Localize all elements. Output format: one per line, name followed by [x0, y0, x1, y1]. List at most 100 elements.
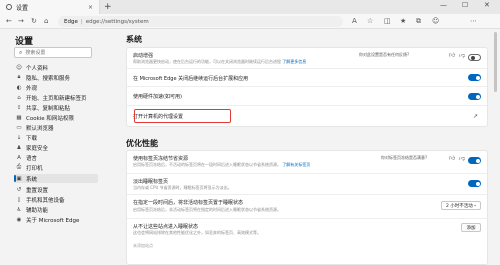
refresh-icon[interactable]: ↻ — [31, 17, 37, 25]
scrollbar[interactable] — [494, 32, 497, 92]
address-bar[interactable]: Edge | edge://settings/system — [58, 16, 343, 27]
tab-title: 设置 — [16, 4, 29, 12]
maximize-button[interactable]: ☐ — [462, 1, 468, 9]
system-section-title: 系统 — [126, 35, 142, 44]
sidebar-item-family[interactable]: ♟ 家庭安全 — [14, 143, 98, 152]
fade-sleeping-desc: 当内存或 CPU 节省资源时，睡眠标签页将显示为淡出。 — [133, 185, 232, 190]
printer-icon: ⎙ — [16, 164, 22, 170]
hardware-accel-title: 使用硬件加速(如可用) — [133, 94, 182, 100]
search-input[interactable]: ⌕ 搜索设置 — [14, 47, 92, 58]
sidebar-item-label: 家庭安全 — [26, 145, 49, 152]
background-run-row: 在 Microsoft Edge 关闭后继续运行后台扩展和应用 — [127, 68, 487, 86]
hardware-accel-row: 使用硬件加速(如可用) — [127, 86, 487, 105]
search-icon: ⌕ — [19, 48, 23, 56]
sidebar-item-label: 重置设置 — [26, 187, 49, 194]
sidebar-item-about[interactable]: ◉ 关于 Microsoft Edge — [14, 215, 98, 224]
sidebar-item-cookies[interactable]: ▦ Cookie 和网站权限 — [14, 113, 98, 122]
home-icon[interactable]: ⌂ — [44, 17, 48, 25]
sidebar-item-default-browser[interactable]: ▭ 默认浏览器 — [14, 123, 98, 132]
tab-close-icon[interactable]: × — [88, 4, 93, 11]
home-icon: ⌂ — [17, 94, 21, 101]
sidebar-item-label: 关于 Microsoft Edge — [26, 217, 80, 224]
accessibility-icon: ♿︎ — [16, 206, 22, 213]
sidebar-item-accessibility[interactable]: ♿︎ 辅助功能 — [14, 205, 98, 214]
split-screen-icon[interactable]: ◫ — [384, 17, 391, 25]
thumbs-up-icon[interactable]: 👍︎ — [449, 154, 455, 162]
sidebar-item-privacy[interactable]: 🔒︎ 隐私、搜索和服务 — [14, 73, 98, 82]
profile-icon[interactable]: ☺ — [432, 17, 439, 25]
forward-icon[interactable]: → — [18, 17, 24, 25]
sleeping-tabs-title: 使用标签页冻结节省资源 — [133, 156, 189, 162]
sidebar-item-system[interactable]: ▣ 系统 — [14, 174, 98, 183]
back-icon[interactable]: ← — [6, 17, 12, 25]
system-card: 启动增强 帮助浏览器更快启动，使在后台运行的功能，可以在关闭浏览器时继续运行后台… — [126, 47, 488, 127]
read-aloud-icon[interactable]: A — [352, 17, 357, 25]
sidebar-item-label: 辅助功能 — [26, 207, 49, 214]
sleep-timeout-select[interactable]: 2 小时不活动 ⌄ — [441, 201, 481, 210]
feedback-note: 你对此设置是否有任何反馈? — [359, 52, 410, 57]
external-link-icon[interactable]: ↗ — [473, 113, 478, 120]
download-icon: ↓ — [16, 134, 22, 141]
tab-settings[interactable]: 设置 × — [0, 0, 100, 14]
sleep-after-row: 在指定一段时间后，将非活动标签页置于睡眠状态 启用标签页冻结后，非活动标签页将在… — [127, 194, 487, 218]
learn-more-link[interactable]: 了解更多信息 — [282, 59, 306, 64]
sidebar-item-start-home[interactable]: ⌂ 开始、主页和新建标签页 — [14, 93, 98, 102]
settings-sidebar: 设置 ⌕ 搜索设置 ☺ 个人资料 🔒︎ 隐私、搜索和服务 ◐ 外观 ⌂ 开始、主… — [0, 30, 100, 265]
startup-boost-row: 启动增强 帮助浏览器更快启动，使在后台运行的功能，可以在关闭浏览器时继续运行后台… — [127, 48, 487, 68]
sidebar-item-languages[interactable]: A 语言 — [14, 153, 98, 162]
sidebar-item-downloads[interactable]: ↓ 下载 — [14, 133, 98, 142]
collections-icon[interactable]: ⧉ — [416, 17, 421, 26]
sidebar-item-label: 默认浏览器 — [26, 125, 54, 132]
sleeping-tabs-link[interactable]: 了解有关标签页 — [282, 162, 310, 167]
sleeping-tabs-feedback: 你对标签页冻结是否满意? — [381, 155, 428, 160]
sidebar-item-label: 个人资料 — [26, 65, 49, 72]
more-menu-icon[interactable]: ⋯ — [470, 17, 477, 25]
sidebar-item-label: 隐私、搜索和服务 — [26, 75, 71, 82]
thumbs-down-icon[interactable]: 👎︎ — [459, 51, 465, 59]
startup-boost-desc: 帮助浏览器更快启动，使在后台运行的功能，可以在关闭浏览器时继续运行后台进程 了解… — [133, 59, 307, 64]
reset-icon: ↺ — [16, 186, 22, 193]
favorites-icon[interactable]: ★ — [400, 17, 406, 25]
startup-boost-toggle[interactable] — [468, 54, 481, 61]
sidebar-item-profile[interactable]: ☺ 个人资料 — [14, 63, 98, 72]
background-run-toggle[interactable] — [468, 74, 481, 81]
performance-section-title: 优化性能 — [126, 139, 158, 148]
close-window-button[interactable]: ✕ — [484, 1, 490, 9]
title-bar: 设置 × + — ☐ ✕ — [0, 0, 500, 14]
sleep-after-desc: 启用标签页冻结后，非活动标签页将在指定的时间后进入睡眠状态以节省系统资源。 — [133, 207, 281, 212]
add-site-button[interactable]: 添加 — [461, 223, 481, 232]
proxy-row[interactable]: 打开计算机的代理设置 ↗ — [127, 105, 487, 127]
sidebar-item-label: 打印机 — [26, 165, 43, 172]
system-icon: ▣ — [16, 175, 22, 182]
thumbs-down-icon[interactable]: 👎︎ — [459, 154, 465, 162]
sleeping-tabs-desc: 启用标签页冻结后，不活动的标签页将在一段时间后进入睡眠状态以节省系统资源。 了解… — [133, 162, 311, 167]
address-separator: | — [80, 18, 83, 25]
address-url: edge://settings/system — [85, 18, 149, 25]
address-host: Edge — [64, 18, 78, 25]
thumbs-up-icon[interactable]: 👍︎ — [449, 51, 455, 59]
sidebar-item-label: 共享、复制和粘贴 — [26, 105, 71, 112]
fade-sleeping-toggle[interactable] — [468, 180, 481, 187]
sidebar-item-label: Cookie 和网站权限 — [26, 115, 74, 122]
gear-icon — [6, 4, 12, 10]
new-tab-button[interactable]: + — [104, 2, 112, 12]
sidebar-item-phone[interactable]: ▯ 手机和其他设备 — [14, 195, 98, 204]
sidebar-item-appearance[interactable]: ◐ 外观 — [14, 83, 98, 92]
navigation-bar: ← → ↻ ⌂ Edge | edge://settings/system A … — [0, 14, 500, 29]
hardware-accel-toggle[interactable] — [468, 93, 481, 100]
minimize-button[interactable]: — — [440, 1, 447, 9]
sleeping-tabs-row: 使用标签页冻结节省资源 启用标签页冻结后，不活动的标签页将在一段时间后进入睡眠状… — [127, 151, 487, 173]
cookie-icon: ▦ — [16, 114, 22, 121]
sidebar-item-label: 手机和其他设备 — [26, 197, 65, 204]
lock-icon: 🔒︎ — [17, 74, 21, 80]
favorite-star-icon[interactable]: ☆ — [367, 17, 373, 25]
sleeping-tabs-toggle[interactable] — [468, 157, 481, 164]
fade-sleeping-title: 淡出睡眠标签页 — [133, 179, 169, 185]
sleep-after-title: 在指定一段时间后，将非活动标签页置于睡眠状态 — [133, 200, 244, 206]
sidebar-item-share[interactable]: ⇪ 共享、复制和粘贴 — [14, 103, 98, 112]
proxy-highlight-box — [134, 109, 231, 123]
sidebar-item-printers[interactable]: ⎙ 打印机 — [14, 163, 98, 172]
sidebar-item-label: 开始、主页和新建标签页 — [26, 95, 87, 102]
startup-boost-title: 启动增强 — [133, 53, 154, 59]
sidebar-item-reset[interactable]: ↺ 重置设置 — [14, 185, 98, 194]
